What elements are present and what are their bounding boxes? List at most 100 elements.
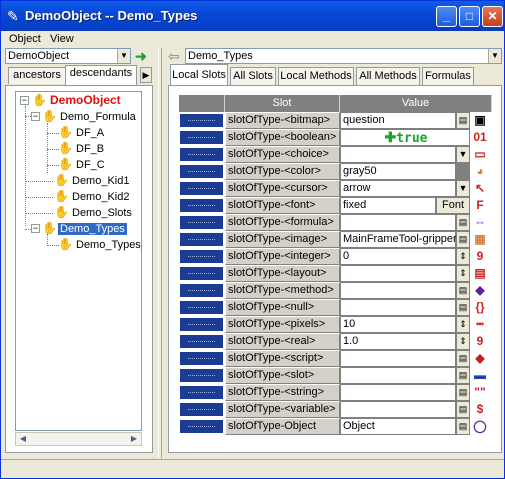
- slot-value-field[interactable]: [340, 282, 456, 299]
- slot-row[interactable]: slotOfType-<choice> ▼ ▭: [179, 146, 492, 163]
- tab-local-methods[interactable]: Local Methods: [278, 67, 354, 85]
- slot-value-field[interactable]: arrow: [340, 180, 456, 197]
- slot-value-field[interactable]: [340, 401, 456, 418]
- slot-value-field[interactable]: ✚true: [340, 129, 470, 146]
- slot-row[interactable]: slotOfType-<layout> ⇕ ▤: [179, 265, 492, 282]
- slot-value-field[interactable]: [340, 367, 456, 384]
- go-arrow-icon[interactable]: ➜: [135, 48, 149, 64]
- hierarchy-tree[interactable]: − ✋ DemoObject − ✋ Demo_Formula ✋ DF_A ✋ DF_…: [15, 91, 142, 431]
- slot-row-handle[interactable]: [179, 181, 224, 196]
- slot-row[interactable]: slotOfType-<slot> ▤ ▬: [179, 367, 492, 384]
- column-header-value[interactable]: Value: [340, 95, 492, 112]
- tree-node[interactable]: ✋ DF_A: [58, 124, 106, 140]
- maximize-button[interactable]: □: [459, 6, 480, 27]
- tree-node[interactable]: ✋ DF_C: [58, 156, 107, 172]
- slot-row-handle[interactable]: [179, 300, 224, 315]
- slot-value-field[interactable]: gray50: [340, 163, 456, 180]
- tab-descendants[interactable]: descendants: [65, 65, 137, 85]
- slot-row[interactable]: slotOfType-<method> ▤ ◆: [179, 282, 492, 299]
- tab-formulas[interactable]: Formulas: [422, 67, 474, 85]
- tree-node[interactable]: ✋ Demo_Formula: [42, 108, 138, 124]
- tree-node[interactable]: ✋ Demo_Kid1: [54, 172, 131, 188]
- slot-row[interactable]: slotOfType-<integer> 0 ⇕ 9: [179, 248, 492, 265]
- slot-row-handle[interactable]: [179, 368, 224, 383]
- slot-value-field[interactable]: [340, 265, 456, 282]
- slot-value-field[interactable]: 0: [340, 248, 456, 265]
- tree-node[interactable]: ✋ Demo_Kid2: [54, 188, 131, 204]
- close-button[interactable]: ✕: [482, 6, 503, 27]
- edit-page-icon[interactable]: ▤: [456, 299, 470, 316]
- title-bar[interactable]: ✎ DemoObject -- Demo_Types _ □ ✕: [1, 1, 504, 31]
- horizontal-scrollbar[interactable]: ◀ ▶: [15, 432, 142, 446]
- slot-row[interactable]: slotOfType-<pixels> 10 ⇕ ┅: [179, 316, 492, 333]
- edit-page-icon[interactable]: ▤: [456, 418, 470, 435]
- slot-value-field[interactable]: 1.0: [340, 333, 456, 350]
- spinner-icon[interactable]: ⇕: [456, 333, 470, 350]
- slot-value-field[interactable]: [340, 299, 456, 316]
- slot-row[interactable]: slotOfType-Object Object ▤ ◯: [179, 418, 492, 435]
- spinner-icon[interactable]: ⇕: [456, 248, 470, 265]
- tab-all-methods[interactable]: All Methods: [356, 67, 420, 85]
- slot-row[interactable]: slotOfType-<null> ▤ {}: [179, 299, 492, 316]
- current-object-combo[interactable]: Demo_Types ▼: [185, 48, 502, 64]
- spinner-icon[interactable]: ⇕: [456, 265, 470, 282]
- slot-row-handle[interactable]: [179, 164, 224, 179]
- tree-node-root[interactable]: ✋ DemoObject: [32, 92, 123, 108]
- collapse-toggle[interactable]: −: [20, 96, 29, 105]
- scroll-right-icon[interactable]: ▶: [127, 433, 141, 445]
- slot-row-handle[interactable]: [179, 351, 224, 366]
- tree-node[interactable]: ✋ Demo_Types_: [58, 236, 141, 252]
- slot-row[interactable]: slotOfType-<image> MainFrameTool-gripper ▤…: [179, 231, 492, 248]
- scroll-left-icon[interactable]: ◀: [16, 433, 30, 445]
- slot-row-handle[interactable]: [179, 385, 224, 400]
- tab-local-slots[interactable]: Local Slots: [170, 64, 228, 86]
- object-combo[interactable]: DemoObject ▼: [5, 48, 131, 64]
- font-button[interactable]: Font: [436, 197, 470, 214]
- tab-scroll-right-icon[interactable]: ▶: [140, 67, 152, 83]
- collapse-toggle[interactable]: −: [31, 224, 40, 233]
- slot-row-handle[interactable]: [179, 130, 224, 145]
- slot-row-handle[interactable]: [179, 249, 224, 264]
- slot-value-field[interactable]: [340, 384, 456, 401]
- pane-splitter[interactable]: [158, 48, 162, 458]
- slot-row-handle[interactable]: [179, 266, 224, 281]
- slot-value-field[interactable]: question: [340, 112, 456, 129]
- slot-row-handle[interactable]: [179, 147, 224, 162]
- edit-page-icon[interactable]: ▤: [456, 282, 470, 299]
- tab-ancestors[interactable]: ancestors: [8, 67, 66, 84]
- slot-row[interactable]: slotOfType-<boolean> ✚true 01: [179, 129, 492, 146]
- slot-value-field[interactable]: [340, 350, 456, 367]
- tab-all-slots[interactable]: All Slots: [230, 67, 276, 85]
- slot-row[interactable]: slotOfType-<string> ▤ "": [179, 384, 492, 401]
- chevron-down-icon[interactable]: ▼: [488, 49, 501, 63]
- slot-value-field[interactable]: Object: [340, 418, 456, 435]
- chevron-down-icon[interactable]: ▼: [117, 49, 130, 63]
- tree-node-selected[interactable]: ✋ Demo_Types: [42, 220, 127, 236]
- slot-row-handle[interactable]: [179, 215, 224, 230]
- slot-row-handle[interactable]: [179, 334, 224, 349]
- edit-page-icon[interactable]: ▤: [456, 350, 470, 367]
- collapse-toggle[interactable]: −: [31, 112, 40, 121]
- slot-row-handle[interactable]: [179, 283, 224, 298]
- slot-value-field[interactable]: [340, 214, 456, 231]
- slot-row[interactable]: slotOfType-<variable> ▤ $: [179, 401, 492, 418]
- slot-row-handle[interactable]: [179, 198, 224, 213]
- slot-value-field[interactable]: MainFrameTool-gripper: [340, 231, 457, 248]
- slot-row-handle[interactable]: [179, 402, 224, 417]
- minimize-button[interactable]: _: [436, 6, 457, 27]
- slot-row[interactable]: slotOfType-<font> fixed Font F: [179, 197, 492, 214]
- spinner-icon[interactable]: ⇕: [456, 316, 470, 333]
- edit-page-icon[interactable]: ▤: [456, 231, 470, 248]
- slot-row-handle[interactable]: [179, 113, 224, 128]
- dropdown-chevron-icon[interactable]: ▼: [456, 180, 470, 197]
- slot-row-handle[interactable]: [179, 232, 224, 247]
- slot-value-field[interactable]: [340, 146, 456, 163]
- edit-page-icon[interactable]: ▤: [456, 384, 470, 401]
- dropdown-chevron-icon[interactable]: ▼: [456, 146, 470, 163]
- column-header-slot[interactable]: Slot: [225, 95, 340, 112]
- color-swatch[interactable]: [456, 163, 470, 180]
- slot-row[interactable]: slotOfType-<real> 1.0 ⇕ 9: [179, 333, 492, 350]
- edit-page-icon[interactable]: ▤: [456, 214, 470, 231]
- slot-row[interactable]: slotOfType-<cursor> arrow ▼ ↖: [179, 180, 492, 197]
- menu-view[interactable]: View: [50, 33, 74, 45]
